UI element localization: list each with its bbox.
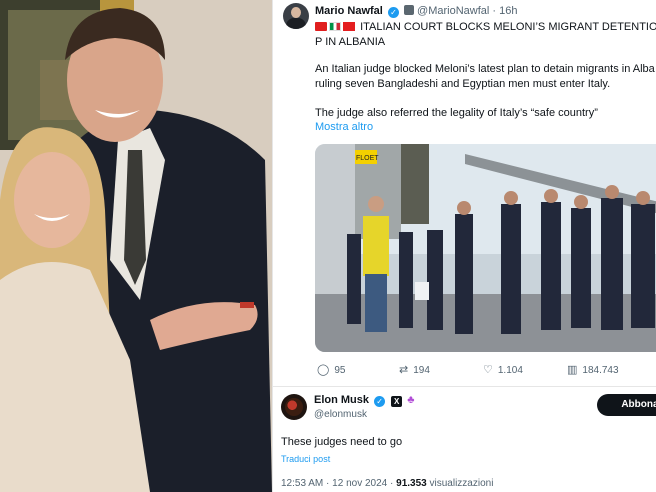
quoted-tweet-paragraph-2: The judge also referred the legality of … [315, 107, 598, 119]
media-sign-text: FLOET [356, 155, 379, 162]
quoted-tweet-media[interactable]: FLOET [315, 144, 656, 352]
heart-icon: ♡ [483, 364, 493, 376]
repost-icon: ⇄ [399, 364, 409, 376]
main-tweet-views-label: visualizzazioni [429, 478, 494, 489]
quoted-author-name[interactable]: Mario Nawfal [315, 5, 383, 17]
views-action[interactable]: ▥ 184.743 [567, 362, 619, 378]
alert-flag-icon [315, 22, 327, 31]
quoted-tweet-paragraph-1: An Italian judge blocked Meloni’s latest… [315, 63, 655, 90]
albania-flag-icon [343, 22, 355, 31]
reply-icon: ◯ [317, 364, 330, 376]
like-action[interactable]: ♡ 1.104 [483, 362, 523, 378]
quoted-author-handle[interactable]: @MarioNawfal [417, 5, 489, 17]
tweet-panel: Mario Nawfal ✓ @MarioNawfal · 16h ITALIA… [272, 0, 656, 492]
repost-action[interactable]: ⇄ 194 [399, 362, 430, 378]
photo-image [0, 0, 272, 492]
main-author-avatar[interactable] [281, 394, 307, 420]
main-tweet-date[interactable]: 12 nov 2024 [332, 478, 387, 489]
x-badge-icon: X [391, 396, 403, 407]
main-author-name[interactable]: Elon Musk [314, 394, 369, 406]
affiliate-badge-icon [403, 5, 414, 15]
main-tweet-time[interactable]: 12:53 AM [281, 478, 323, 489]
media-photo: FLOET [315, 144, 656, 352]
main-author-name-row: Elon Musk ✓ X ♣ [314, 394, 414, 407]
main-tweet-text: These judges need to go [281, 436, 403, 448]
quoted-tweet-title: ITALIAN COURT BLOCKS MELONI’S MIGRANT DE… [315, 21, 656, 48]
main-tweet-meta: 12:53 AM · 12 nov 2024 · 91.353 visualiz… [281, 478, 494, 489]
show-more-link[interactable]: Mostra altro [315, 121, 373, 133]
main-tweet-views-count: 91.353 [396, 478, 427, 489]
reply-action[interactable]: ◯ 95 [317, 362, 345, 378]
verified-badge-icon: ✓ [387, 7, 399, 18]
translate-post-link[interactable]: Traduci post [281, 454, 330, 464]
quoted-tweet[interactable]: Mario Nawfal ✓ @MarioNawfal · 16h ITALIA… [277, 0, 656, 386]
quoted-tweet-header: Mario Nawfal ✓ @MarioNawfal · 16h [315, 5, 518, 18]
main-author-handle[interactable]: @elonmusk [314, 409, 367, 420]
italy-flag-icon [329, 22, 341, 31]
verified-badge-icon: ✓ [374, 396, 386, 407]
extra-badge-icon: ♣ [407, 394, 415, 406]
photo [0, 0, 272, 492]
divider [273, 386, 656, 387]
subscribe-button[interactable]: Abbonati [597, 394, 656, 416]
quoted-tweet-actions: ◯ 95 ⇄ 194 ♡ 1.104 ▥ 184.743 [315, 362, 656, 378]
quoted-tweet-time[interactable]: 16h [499, 5, 517, 17]
views-icon: ▥ [567, 364, 578, 376]
quoted-author-avatar[interactable] [283, 3, 309, 29]
